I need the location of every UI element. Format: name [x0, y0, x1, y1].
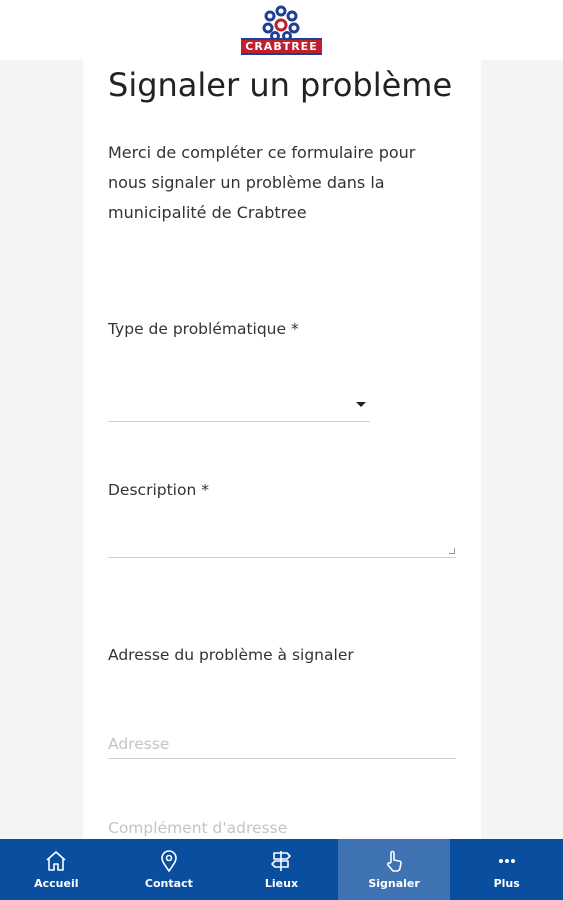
crabtree-logo: CRABTREE [241, 5, 322, 55]
nav-item-lieux[interactable]: Lieux [225, 839, 338, 900]
form-intro-text: Merci de compléter ce formulaire pour no… [108, 143, 416, 222]
page-title: Signaler un problème [108, 66, 453, 104]
type-field-label: Type de problématique * [108, 320, 299, 338]
logo-wordmark: CRABTREE [241, 38, 322, 55]
snowflake-logo-icon [262, 5, 300, 41]
nav-label-contact: Contact [144, 877, 193, 890]
more-dots-icon [495, 849, 519, 873]
nav-item-accueil[interactable]: Accueil [0, 839, 113, 900]
nav-label-accueil: Accueil [34, 877, 79, 890]
type-select[interactable] [108, 388, 370, 422]
address-section-label: Adresse du problème à signaler [108, 646, 354, 664]
nav-label-signaler: Signaler [368, 877, 420, 890]
home-icon [44, 849, 68, 873]
address-input[interactable] [108, 729, 456, 759]
nav-item-contact[interactable]: Contact [113, 839, 226, 900]
description-textarea[interactable] [108, 525, 456, 558]
app-header: CRABTREE [0, 0, 563, 60]
nav-label-plus: Plus [493, 877, 520, 890]
nav-label-lieux: Lieux [264, 877, 299, 890]
resize-handle-icon[interactable] [449, 548, 455, 554]
signpost-icon [269, 849, 293, 873]
location-pin-icon [157, 849, 181, 873]
dropdown-arrow-icon [356, 402, 366, 407]
pointer-hand-icon [382, 849, 406, 873]
bottom-navigation: Accueil Contact Lieux Signaler Plus [0, 839, 563, 900]
nav-item-plus[interactable]: Plus [450, 839, 563, 900]
description-field-label: Description * [108, 481, 209, 499]
nav-item-signaler[interactable]: Signaler [337, 839, 451, 900]
